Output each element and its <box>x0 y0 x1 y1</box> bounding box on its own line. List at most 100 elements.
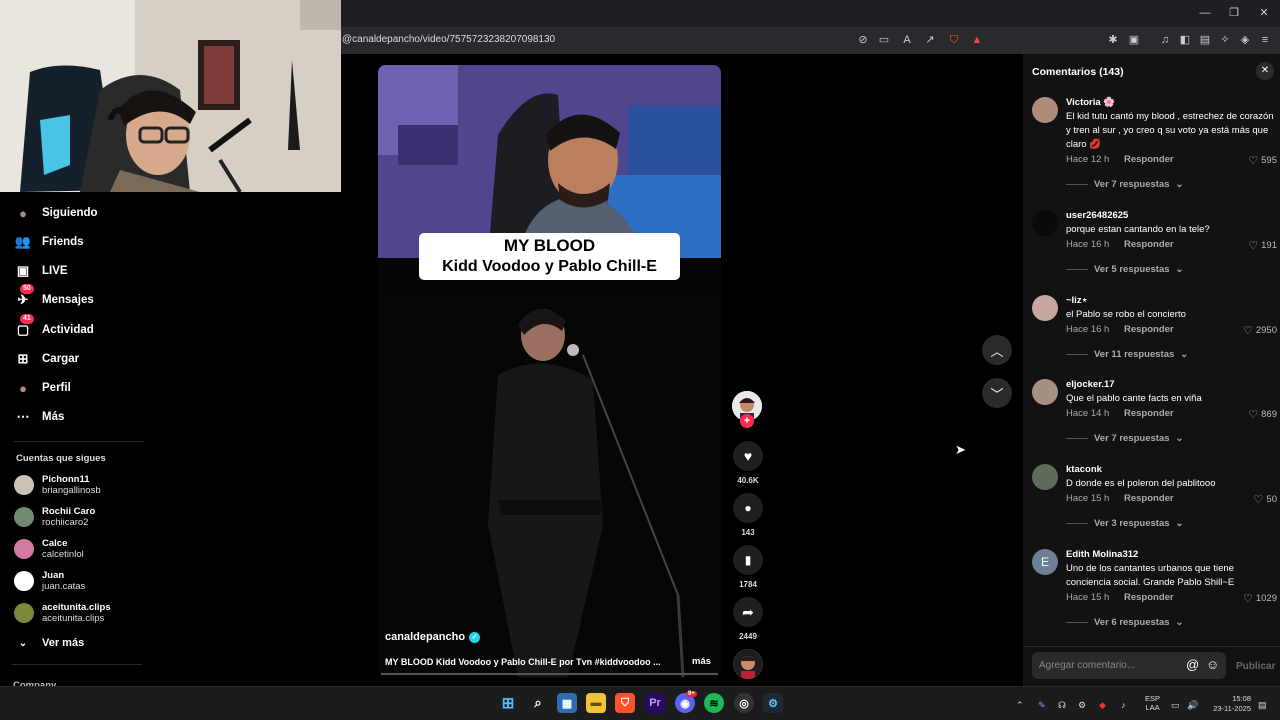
next-video-button[interactable]: ﹀ <box>982 378 1012 408</box>
comment-username[interactable]: Victoria 🌸 <box>1066 97 1115 108</box>
tray-notification-icon[interactable]: ▤ <box>1258 700 1267 711</box>
comment-like-button[interactable]: ♡ 595 <box>1248 154 1277 167</box>
comment-input[interactable]: Agregar comentario... @ ☺ <box>1032 652 1226 679</box>
restore-icon[interactable]: ❐ <box>1227 7 1241 19</box>
reply-button[interactable]: Responder <box>1124 592 1174 603</box>
comment-avatar[interactable] <box>1032 97 1058 123</box>
tray-volume-icon[interactable]: 🔊 <box>1187 700 1198 711</box>
follow-plus-icon[interactable]: + <box>740 414 754 428</box>
emoji-icon[interactable]: ☺ <box>1206 657 1219 672</box>
reply-button[interactable]: Responder <box>1124 493 1174 504</box>
extensions-icon[interactable]: ✱ <box>1106 33 1120 47</box>
sidebar-item-m-s[interactable]: ⋯ Más <box>14 406 65 428</box>
comment-like-button[interactable]: ♡ 50 <box>1254 493 1277 506</box>
video-progress-bar[interactable] <box>381 673 718 675</box>
brave-rewards-icon[interactable]: ▲ <box>970 33 984 47</box>
taskbar-photos-icon[interactable]: ▦ <box>557 693 577 713</box>
tray-pen-icon[interactable]: ✎ <box>1038 700 1046 711</box>
like-button[interactable]: ♥ <box>733 441 763 471</box>
taskbar-files-icon[interactable]: ▬ <box>586 693 606 713</box>
taskbar-clock[interactable]: 15:08 23-11-2025 <box>1207 694 1251 714</box>
view-replies-button[interactable]: Ver 11 respuestas ⌄ <box>1066 349 1188 360</box>
brave-shield-icon[interactable]: ⛉ <box>947 33 961 47</box>
video-more-link[interactable]: más <box>692 656 711 667</box>
followed-account[interactable]: Rochii Caro rochiicaro2 <box>14 504 95 530</box>
mention-icon[interactable]: @ <box>1186 657 1199 672</box>
comment-avatar[interactable] <box>1032 295 1058 321</box>
input-language[interactable]: ESP LAA <box>1145 694 1160 712</box>
sidebar-item-friends[interactable]: 👥 Friends <box>14 231 84 253</box>
followed-account[interactable]: aceitunita.clips aceitunita.clips <box>14 600 111 626</box>
tray-antivirus-icon[interactable]: ◆ <box>1099 700 1106 711</box>
view-replies-button[interactable]: Ver 5 respuestas ⌄ <box>1066 264 1184 275</box>
comment-username[interactable]: ktaconk <box>1066 464 1102 475</box>
reply-button[interactable]: Responder <box>1124 324 1174 335</box>
windows-start-icon[interactable]: ⊞ <box>498 693 518 713</box>
translate-icon[interactable]: A <box>900 33 914 47</box>
followed-account[interactable]: Juan juan.catas <box>14 568 85 594</box>
comment-avatar[interactable] <box>1032 464 1058 490</box>
vpn-icon[interactable]: ◈ <box>1238 33 1252 47</box>
video-author-name[interactable]: canaldepancho <box>385 631 465 643</box>
sidebar-item-mensajes[interactable]: ✈ 50 Mensajes <box>14 284 94 311</box>
followed-account[interactable]: Calce calcetinlol <box>14 536 84 562</box>
taskbar-premiere-icon[interactable]: Pr <box>645 693 665 713</box>
sidebar-item-perfil[interactable]: ● Perfil <box>14 377 71 399</box>
comment-avatar[interactable] <box>1032 210 1058 236</box>
tray-mic-icon[interactable]: ♪ <box>1121 700 1126 710</box>
share-icon[interactable]: ↗ <box>923 33 937 47</box>
sound-avatar[interactable] <box>733 649 763 679</box>
comment-username[interactable]: eljocker.17 <box>1066 379 1115 390</box>
taskbar-spotify-icon[interactable]: ≋ <box>704 693 724 713</box>
reply-button[interactable]: Responder <box>1124 154 1174 165</box>
close-window-icon[interactable]: ✕ <box>1257 7 1271 19</box>
tray-chevron-icon[interactable]: ⌃ <box>1016 700 1024 711</box>
tray-steam-icon[interactable]: ⚙ <box>1078 700 1086 711</box>
comment-button[interactable]: ● <box>733 493 763 523</box>
no-tracking-icon[interactable]: ⊘ <box>856 33 870 47</box>
share-button[interactable]: ➦ <box>733 597 763 627</box>
sidebar-item-siguiendo[interactable]: ● Siguiendo <box>14 202 98 224</box>
video-description[interactable]: MY BLOOD Kidd Voodoo y Pablo Chill-E por… <box>385 657 665 667</box>
save-button[interactable]: ▮ <box>733 545 763 575</box>
reply-button[interactable]: Responder <box>1124 239 1174 250</box>
leo-ai-icon[interactable]: ✧ <box>1218 33 1232 47</box>
tray-network-icon[interactable]: ▭ <box>1171 700 1180 711</box>
reader-mode-icon[interactable]: ▭ <box>877 33 891 47</box>
video-author[interactable]: canaldepancho ✓ <box>385 631 481 643</box>
comment-like-button[interactable]: ♡ 869 <box>1248 408 1277 421</box>
sidebar-item-actividad[interactable]: ▢ 41 Actividad <box>14 314 94 341</box>
post-comment-button[interactable]: Publicar <box>1236 661 1275 672</box>
view-replies-button[interactable]: Ver 7 respuestas ⌄ <box>1066 179 1184 190</box>
see-more-button[interactable]: ⌄ Ver más <box>14 632 84 654</box>
taskbar-obs-icon[interactable]: ◎ <box>734 693 754 713</box>
tray-headset-icon[interactable]: ☊ <box>1058 700 1066 711</box>
view-replies-button[interactable]: Ver 7 respuestas ⌄ <box>1066 433 1184 444</box>
wallet-icon[interactable]: ▤ <box>1198 33 1212 47</box>
video-player[interactable]: MY BLOOD Kidd Voodoo y Pablo Chill-E can… <box>378 65 721 677</box>
sidebar-item-cargar[interactable]: ⊞ Cargar <box>14 348 80 370</box>
prev-video-button[interactable]: ︿ <box>982 335 1012 365</box>
close-comments-button[interactable]: ✕ <box>1256 62 1274 80</box>
url-text[interactable]: @canaldepancho/video/7575723238207098130 <box>342 34 555 45</box>
taskbar-search-icon[interactable]: ⌕ <box>528 693 548 713</box>
menu-icon[interactable]: ≡ <box>1258 33 1272 47</box>
followed-account[interactable]: Pichonn11 briangallinosb <box>14 472 101 498</box>
comment-like-button[interactable]: ♡ 2950 <box>1243 324 1277 337</box>
taskbar-brave-icon[interactable]: ⛉ <box>615 693 635 713</box>
tab-icon[interactable]: ▣ <box>1127 33 1141 47</box>
comment-like-button[interactable]: ♡ 1029 <box>1243 592 1277 605</box>
comment-avatar[interactable]: E <box>1032 549 1058 575</box>
sidebar-item-live[interactable]: ▣ LIVE <box>14 260 68 282</box>
sidebar-toggle-icon[interactable]: ◧ <box>1178 33 1192 47</box>
minimize-icon[interactable]: — <box>1198 7 1212 19</box>
media-icon[interactable]: ♫ <box>1158 33 1172 47</box>
comment-like-button[interactable]: ♡ 191 <box>1248 239 1277 252</box>
taskbar-steam-icon[interactable]: ⚙ <box>763 693 783 713</box>
comment-avatar[interactable] <box>1032 379 1058 405</box>
view-replies-button[interactable]: Ver 6 respuestas ⌄ <box>1066 617 1184 628</box>
view-replies-button[interactable]: Ver 3 respuestas ⌄ <box>1066 518 1184 529</box>
comment-username[interactable]: ~liz⋆ <box>1066 295 1088 306</box>
reply-button[interactable]: Responder <box>1124 408 1174 419</box>
comment-username[interactable]: Edith Molina312 <box>1066 549 1138 560</box>
